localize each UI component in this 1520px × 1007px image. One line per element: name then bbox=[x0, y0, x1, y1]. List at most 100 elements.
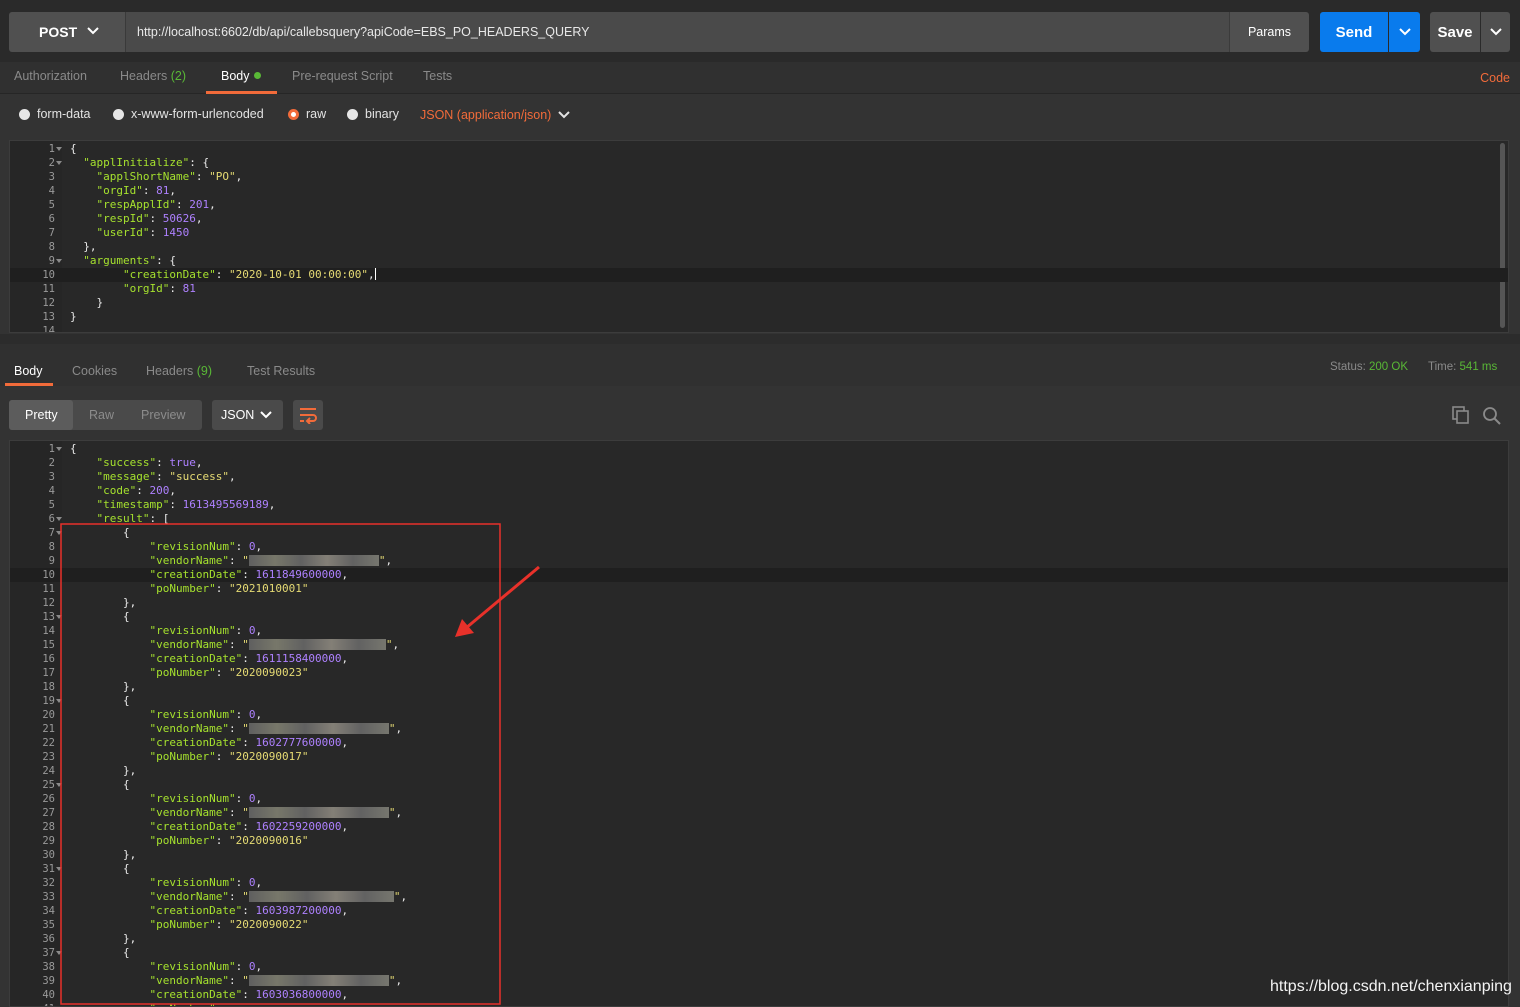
resp-tab-cookies[interactable]: Cookies bbox=[72, 364, 117, 378]
code-line: 33 "vendorName": " ", bbox=[10, 890, 1508, 904]
tab-headers-count: (2) bbox=[170, 69, 187, 83]
line-number: 11 bbox=[42, 283, 55, 295]
code-text: }, bbox=[70, 848, 137, 861]
code-line: 37 { bbox=[10, 946, 1508, 960]
json-value: "2020-10-01 00:00:00" bbox=[228, 268, 369, 281]
code-text: "creationDate": 1602777600000, bbox=[149, 736, 349, 749]
code-line: 15 "vendorName": " ", bbox=[10, 638, 1508, 652]
line-number: 41 bbox=[10, 1002, 55, 1006]
line-number: 14 bbox=[42, 325, 55, 333]
chevron-down-icon[interactable] bbox=[557, 109, 571, 121]
line-number: 6 bbox=[48, 213, 55, 225]
code-line: 7 "userId": 1450 bbox=[10, 226, 1508, 240]
radio-urlencoded[interactable]: x-www-form-urlencoded bbox=[113, 107, 264, 121]
code-line: 10 "creationDate": 1611849600000, bbox=[10, 568, 1508, 582]
request-body-editor[interactable]: 1{ 2 "applInitialize": { 3 "applShortNam… bbox=[9, 140, 1509, 333]
resp-tab-headers[interactable]: Headers (9) bbox=[146, 364, 212, 378]
url-input[interactable]: http://localhost:6602/db/api/callebsquer… bbox=[125, 12, 1229, 52]
fold-icon[interactable] bbox=[56, 951, 62, 955]
tab-headers-label: Headers bbox=[120, 69, 168, 83]
code-line: 31 { bbox=[10, 862, 1508, 876]
save-options-button[interactable] bbox=[1481, 12, 1510, 52]
content-type-select[interactable]: JSON (application/json) bbox=[420, 108, 551, 122]
body-type-row: form-data x-www-form-urlencoded raw bina… bbox=[0, 95, 1520, 139]
json-value: 81 bbox=[182, 282, 196, 295]
fold-icon[interactable] bbox=[56, 531, 62, 535]
code-line: 21 "vendorName": " ", bbox=[10, 722, 1508, 736]
search-icon[interactable] bbox=[1482, 406, 1501, 425]
code-line: 4 "orgId": 81, bbox=[10, 184, 1508, 198]
radio-form-data[interactable]: form-data bbox=[19, 107, 91, 121]
line-number: 30 bbox=[42, 849, 55, 861]
line-number: 7 bbox=[48, 227, 55, 239]
code-line: 34 "creationDate": 1603987200000, bbox=[10, 904, 1508, 918]
line-number: 15 bbox=[42, 639, 55, 651]
view-raw-button[interactable]: Raw bbox=[89, 408, 114, 422]
code-line: 13 { bbox=[10, 610, 1508, 624]
radio-form-data-label: form-data bbox=[37, 107, 91, 121]
code-line: 16 "creationDate": 1611158400000, bbox=[10, 652, 1508, 666]
response-body-viewer[interactable]: 1{2 "success": true, 3 "message": "succes… bbox=[9, 440, 1509, 1007]
send-button[interactable]: Send bbox=[1320, 12, 1388, 52]
code-line: 12 } bbox=[10, 296, 1508, 310]
pane-divider[interactable] bbox=[0, 334, 1520, 344]
tab-headers[interactable]: Headers (2) bbox=[120, 69, 186, 83]
line-number: 22 bbox=[42, 737, 55, 749]
line-number: 32 bbox=[42, 877, 55, 889]
code-line: 29 "poNumber": "2020090016" bbox=[10, 834, 1508, 848]
code-line: 9 "arguments": { bbox=[10, 254, 1508, 268]
wrap-lines-button[interactable] bbox=[293, 400, 323, 430]
fold-icon[interactable] bbox=[56, 147, 62, 151]
copy-icon[interactable] bbox=[1452, 406, 1470, 424]
status-value: 200 OK bbox=[1369, 361, 1409, 373]
radio-raw[interactable]: raw bbox=[288, 107, 326, 121]
tab-tests[interactable]: Tests bbox=[423, 69, 452, 83]
code-line: 12 }, bbox=[10, 596, 1508, 610]
code-link[interactable]: Code bbox=[1480, 71, 1510, 85]
fold-icon[interactable] bbox=[56, 517, 62, 521]
line-number: 6 bbox=[48, 513, 55, 525]
fold-icon[interactable] bbox=[56, 447, 62, 451]
save-label: Save bbox=[1437, 23, 1473, 41]
line-number: 26 bbox=[42, 793, 55, 805]
code-text: "vendorName": " ", bbox=[149, 974, 403, 987]
view-pretty-button[interactable]: Pretty bbox=[25, 408, 58, 422]
view-preview-button[interactable]: Preview bbox=[141, 408, 185, 422]
radio-binary[interactable]: binary bbox=[347, 107, 399, 121]
send-options-button[interactable] bbox=[1389, 12, 1420, 52]
code-line: 22 "creationDate": 1602777600000, bbox=[10, 736, 1508, 750]
fold-icon[interactable] bbox=[56, 615, 62, 619]
code-text: "creationDate": 1603036800000, bbox=[149, 988, 349, 1001]
text-cursor bbox=[374, 268, 376, 280]
code-text: "poNumber": "2020090022" bbox=[149, 918, 309, 931]
method-select[interactable]: POST bbox=[9, 12, 125, 52]
code-text: "code": 200, bbox=[96, 484, 177, 497]
format-select[interactable]: JSON bbox=[212, 400, 283, 430]
fold-icon[interactable] bbox=[56, 161, 62, 165]
json-value: 81 bbox=[156, 184, 170, 197]
code-line: 27 "vendorName": " ", bbox=[10, 806, 1508, 820]
line-number: 24 bbox=[42, 765, 55, 777]
resp-tab-test-results[interactable]: Test Results bbox=[247, 364, 315, 378]
resp-tab-headers-label: Headers bbox=[146, 364, 194, 378]
save-button[interactable]: Save bbox=[1430, 12, 1480, 52]
resp-tab-body[interactable]: Body bbox=[14, 364, 43, 378]
time-info: Time: 541 ms bbox=[1428, 361, 1497, 373]
tab-body[interactable]: Body bbox=[221, 69, 261, 83]
line-number: 2 bbox=[48, 157, 55, 169]
line-number: 33 bbox=[42, 891, 55, 903]
fold-icon[interactable] bbox=[56, 259, 62, 263]
radio-circle bbox=[113, 108, 124, 120]
code-line: 11 "orgId": 81 bbox=[10, 282, 1508, 296]
fold-icon[interactable] bbox=[56, 867, 62, 871]
fold-icon[interactable] bbox=[56, 783, 62, 787]
code-line: 5 "timestamp": 1613495569189, bbox=[10, 498, 1508, 512]
code-line: 14 bbox=[10, 324, 1508, 333]
tab-authorization[interactable]: Authorization bbox=[14, 69, 87, 83]
tab-pre-request-script[interactable]: Pre-request Script bbox=[292, 69, 393, 83]
code-line: 17 "poNumber": "2020090023" bbox=[10, 666, 1508, 680]
params-button[interactable]: Params bbox=[1229, 12, 1309, 52]
line-number: 12 bbox=[42, 297, 55, 309]
fold-icon[interactable] bbox=[56, 699, 62, 703]
code-line: 1{ bbox=[10, 442, 1508, 456]
